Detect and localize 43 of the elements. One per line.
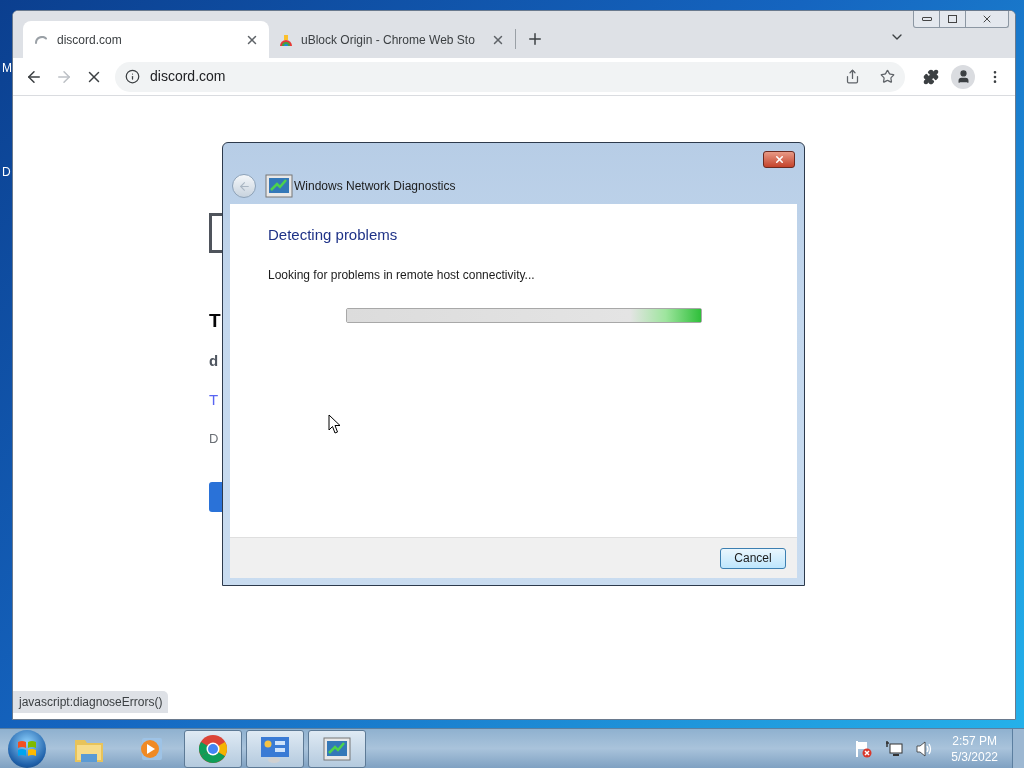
network-diagnostics-icon xyxy=(322,734,352,763)
start-button[interactable] xyxy=(8,729,46,768)
status-message: Looking for problems in remote host connectivity... xyxy=(268,266,536,284)
desktop-icon-label[interactable]: M xyxy=(2,59,12,77)
profile-avatar[interactable] xyxy=(951,64,975,89)
page-text: D xyxy=(209,430,219,448)
back-arrow-icon xyxy=(237,179,251,193)
share-icon[interactable] xyxy=(845,69,860,84)
network-diagnostics-icon xyxy=(264,172,294,200)
page-text[interactable]: T xyxy=(209,380,219,419)
loading-spinner-icon xyxy=(35,35,47,44)
tab-title: discord.com xyxy=(57,31,123,49)
taskbar-button[interactable] xyxy=(308,729,366,768)
info-icon[interactable] xyxy=(125,69,140,84)
cancel-button[interactable]: Cancel xyxy=(720,547,786,569)
browser-tab[interactable]: uBlock Origin - Chrome Web Sto xyxy=(269,21,515,58)
browser-tab[interactable]: discord.com xyxy=(23,21,269,58)
address-bar[interactable]: discord.com xyxy=(115,61,905,92)
clock-date: 5/3/2022 xyxy=(951,748,998,765)
status-bubble: javascript:diagnoseErrors() xyxy=(13,691,169,713)
close-icon xyxy=(773,154,785,165)
network-icon[interactable] xyxy=(885,739,904,758)
close-icon xyxy=(981,13,993,25)
volume-icon[interactable] xyxy=(915,739,934,758)
taskbar-button[interactable] xyxy=(246,729,304,768)
page-text: T xyxy=(209,309,221,333)
dialog-heading: Detecting problems xyxy=(268,225,399,245)
windows-logo-icon xyxy=(17,739,37,758)
taskbar-button[interactable] xyxy=(184,729,242,768)
new-tab-icon[interactable] xyxy=(526,30,544,48)
extensions-icon[interactable] xyxy=(923,68,939,85)
colored-favicon-icon xyxy=(279,32,293,47)
bookmark-star-icon[interactable] xyxy=(880,69,895,84)
flag-warning-icon[interactable] xyxy=(855,739,874,758)
chrome-icon xyxy=(198,733,228,764)
tab-title: uBlock Origin - Chrome Web Sto xyxy=(301,31,476,49)
desktop-icon-label[interactable]: D xyxy=(2,163,11,181)
dialog-title: Windows Network Diagnostics xyxy=(294,178,456,195)
close-button[interactable] xyxy=(763,151,795,168)
url-text: discord.com xyxy=(150,67,226,86)
clock-time: 2:57 PM xyxy=(952,732,997,749)
page-text: d xyxy=(209,351,219,371)
mouse-cursor-icon xyxy=(328,414,342,435)
